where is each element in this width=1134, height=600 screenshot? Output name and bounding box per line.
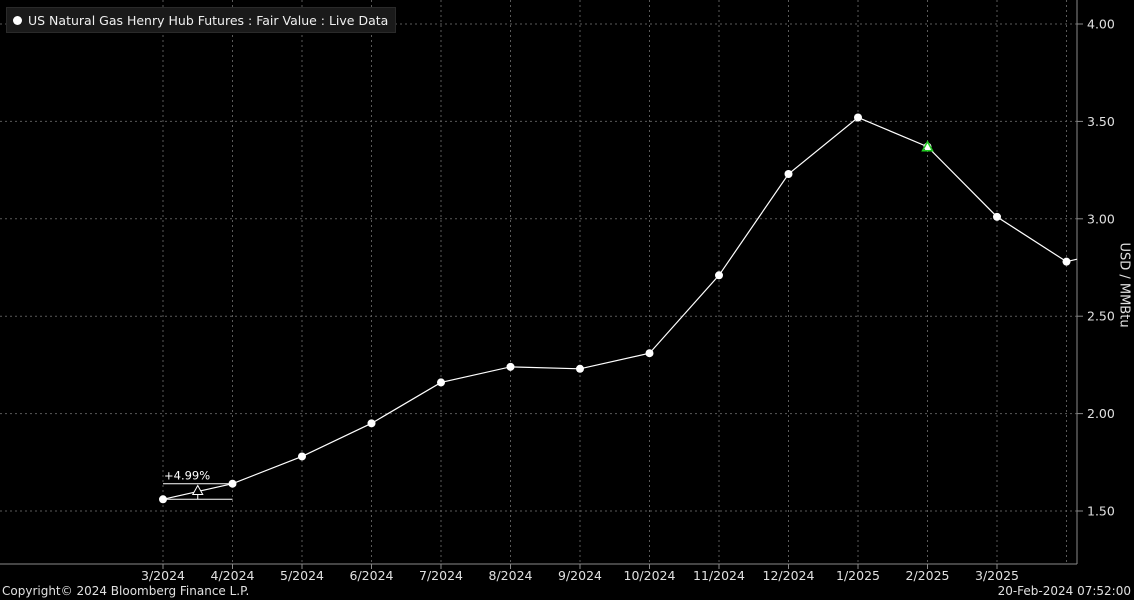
x-tick-label: 6/2024 <box>350 568 394 583</box>
data-point <box>298 452 306 461</box>
change-annotation: +4.99% <box>163 469 233 500</box>
x-tick-label: 2/2025 <box>906 568 950 583</box>
y-tick-label: 2.00 <box>1087 406 1115 421</box>
y-tick-label: 3.00 <box>1087 211 1115 226</box>
legend-label: US Natural Gas Henry Hub Futures : Fair … <box>28 12 389 28</box>
legend-dot-icon <box>13 15 22 25</box>
grid <box>0 0 1077 564</box>
y-tick-label: 1.50 <box>1087 504 1115 519</box>
y-tick-label: 3.50 <box>1087 114 1115 129</box>
x-tick-label: 4/2024 <box>211 568 255 583</box>
data-point <box>1062 257 1071 266</box>
data-point <box>645 349 654 358</box>
x-tick-label: 9/2024 <box>558 568 602 583</box>
data-point <box>993 212 1001 221</box>
y-tick-label: 4.00 <box>1087 17 1115 32</box>
series-path <box>162 116 1078 500</box>
y-axis: 1.50 2.00 2.50 3.00 3.50 4.00 <box>1077 17 1115 519</box>
series-line <box>159 113 1078 504</box>
data-point <box>437 378 445 387</box>
up-triangle-icon <box>191 484 204 496</box>
x-tick-label: 8/2024 <box>489 568 533 583</box>
y-axis-label: USD / MMBtu <box>1116 242 1132 328</box>
data-point <box>367 419 376 428</box>
data-point <box>854 113 862 122</box>
legend: US Natural Gas Henry Hub Futures : Fair … <box>6 7 397 33</box>
data-point <box>506 362 515 371</box>
data-point <box>715 271 723 280</box>
data-point <box>784 169 793 178</box>
copyright-text: Copyright© 2024 Bloomberg Finance L.P. <box>2 584 250 598</box>
x-tick-label: 5/2024 <box>280 568 324 583</box>
x-tick-label: 1/2025 <box>836 568 880 583</box>
chart: 1.50 2.00 2.50 3.00 3.50 4.00 3/2024 4/2024 5/2… <box>0 0 1115 583</box>
x-tick-label: 10/2024 <box>624 568 676 583</box>
data-point <box>576 364 584 373</box>
y-tick-label: 2.50 <box>1087 309 1115 324</box>
annotation-label: +4.99% <box>164 469 210 483</box>
x-tick-label: 12/2024 <box>763 568 815 583</box>
x-tick-label: 7/2024 <box>419 568 463 583</box>
timestamp-text: 20-Feb-2024 07:52:00 <box>997 584 1131 598</box>
x-tick-label: 3/2025 <box>975 568 1019 583</box>
x-axis: 3/2024 4/2024 5/2024 6/2024 7/2024 8/2024 9/20… <box>141 564 1019 583</box>
x-tick-label: 11/2024 <box>693 568 745 583</box>
x-tick-label: 3/2024 <box>141 568 185 583</box>
